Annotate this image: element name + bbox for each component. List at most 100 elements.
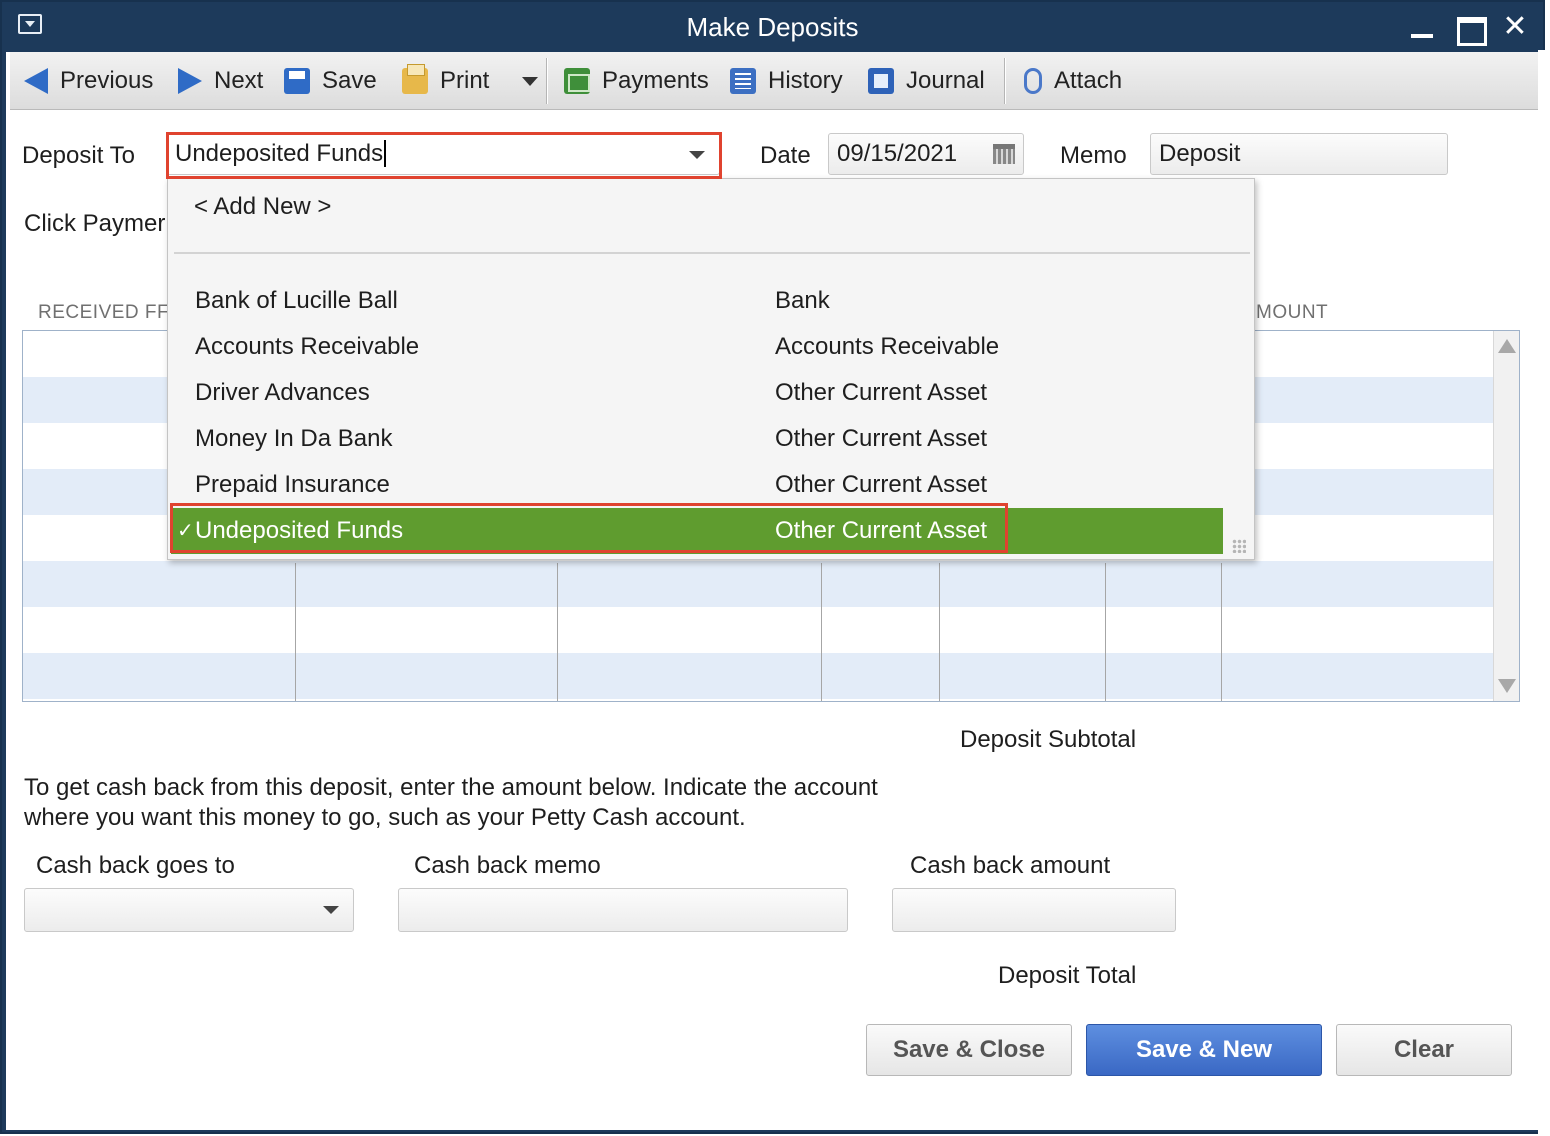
date-label: Date [760, 142, 811, 169]
column-divider [295, 563, 296, 701]
history-icon [730, 68, 756, 94]
save-and-new-button[interactable]: Save & New [1086, 1024, 1322, 1076]
column-divider [821, 563, 822, 701]
account-option-driver-advances[interactable]: Driver Advances Other Current Asset [171, 370, 1223, 416]
chevron-down-icon[interactable] [323, 906, 339, 914]
cash-back-amount-field[interactable] [892, 888, 1176, 932]
account-type: Other Current Asset [775, 471, 988, 498]
account-option-prepaid-insurance[interactable]: Prepaid Insurance Other Current Asset [171, 462, 1223, 508]
attach-label: Attach [1054, 67, 1123, 94]
column-header-received-from: RECEIVED FF [38, 302, 170, 323]
account-option-bank-of-lucille-ball[interactable]: Bank of Lucille Ball Bank [171, 278, 1223, 324]
account-type: Accounts Receivable [775, 333, 1000, 360]
add-new-option[interactable]: < Add New > [194, 193, 331, 221]
print-label: Print [440, 67, 490, 94]
account-type: Bank [775, 287, 830, 314]
deposit-to-value: Undeposited Funds [175, 140, 384, 167]
calendar-icon[interactable] [993, 144, 1015, 164]
account-type: Other Current Asset [775, 517, 988, 544]
click-payments-text: Click Paymer [24, 210, 166, 237]
account-name: Undeposited Funds [195, 517, 404, 544]
save-label: Save [322, 67, 377, 94]
account-name: Bank of Lucille Ball [195, 287, 398, 314]
account-name: Driver Advances [195, 379, 370, 406]
journal-button[interactable]: Journal [868, 52, 985, 110]
toolbar: Previous Next Save Print Payments Histor… [10, 52, 1538, 110]
account-name: Accounts Receivable [195, 333, 420, 360]
history-label: History [768, 67, 843, 94]
save-button[interactable]: Save [284, 52, 377, 110]
column-header-amount: MOUNT [1256, 302, 1329, 323]
dropdown-divider [174, 252, 1250, 254]
journal-icon [868, 68, 894, 94]
form-body: Previous Next Save Print Payments Histor… [6, 52, 1540, 1130]
column-divider [557, 563, 558, 701]
print-options-dropdown[interactable] [516, 52, 550, 110]
history-button[interactable]: History [730, 52, 843, 110]
account-name: Prepaid Insurance [195, 471, 390, 498]
payments-label: Payments [602, 67, 709, 94]
payments-button[interactable]: Payments [564, 52, 709, 110]
cash-back-memo-label: Cash back memo [414, 852, 601, 879]
toolbar-divider [1004, 58, 1006, 104]
toolbar-divider [546, 58, 548, 104]
resize-grip-icon[interactable] [1232, 539, 1246, 553]
arrow-left-icon [24, 68, 48, 94]
arrow-right-icon [178, 68, 202, 94]
checkmark-icon: ✓ [177, 520, 194, 542]
table-row[interactable] [23, 653, 1493, 699]
table-row[interactable] [23, 561, 1493, 607]
date-field[interactable]: 09/15/2021 [828, 133, 1024, 175]
column-divider [1221, 563, 1222, 701]
deposit-to-dropdown-list: < Add New > Bank of Lucille Ball Bank Ac… [167, 178, 1255, 560]
grid-scrollbar[interactable] [1493, 331, 1519, 701]
scroll-down-icon[interactable] [1498, 679, 1516, 693]
payments-icon [564, 68, 590, 94]
floppy-disk-icon [284, 68, 310, 94]
account-name: Money In Da Bank [195, 425, 393, 452]
maximize-icon[interactable] [1454, 12, 1487, 46]
memo-label: Memo [1060, 142, 1127, 169]
save-and-close-button[interactable]: Save & Close [866, 1024, 1072, 1076]
table-row[interactable] [23, 607, 1493, 653]
date-value: 09/15/2021 [837, 140, 958, 167]
paperclip-icon [1024, 68, 1042, 94]
cash-back-goes-to-dropdown[interactable] [24, 888, 354, 932]
account-type: Other Current Asset [775, 425, 988, 452]
deposit-subtotal-label: Deposit Subtotal [960, 726, 1137, 753]
attach-button[interactable]: Attach [1024, 52, 1122, 110]
memo-field[interactable]: Deposit [1150, 133, 1448, 175]
account-option-accounts-receivable[interactable]: Accounts Receivable Accounts Receivable [171, 324, 1223, 370]
chevron-down-icon[interactable] [689, 151, 705, 159]
account-option-money-in-da-bank[interactable]: Money In Da Bank Other Current Asset [171, 416, 1223, 462]
column-divider [939, 563, 940, 701]
cash-back-amount-label: Cash back amount [910, 852, 1111, 879]
make-deposits-window: Make Deposits ✕ Previous Next Save Print [0, 0, 1545, 1134]
scroll-up-icon[interactable] [1498, 339, 1516, 353]
cash-back-memo-field[interactable] [398, 888, 848, 932]
background-edge [1538, 50, 1550, 1136]
account-option-undeposited-funds[interactable]: ✓ Undeposited Funds Other Current Asset [171, 508, 1223, 554]
deposit-to-field[interactable]: Undeposited Funds [166, 133, 720, 175]
clear-button[interactable]: Clear [1336, 1024, 1512, 1076]
minimize-icon[interactable] [1407, 12, 1437, 42]
deposit-to-label: Deposit To [22, 142, 135, 169]
close-icon[interactable]: ✕ [1500, 12, 1530, 42]
next-button[interactable]: Next [178, 52, 263, 110]
window-title: Make Deposits [686, 12, 859, 42]
column-divider [1105, 563, 1106, 701]
cash-back-instructions-line2: where you want this money to go, such as… [24, 804, 746, 831]
title-bar: Make Deposits ✕ [2, 2, 1543, 52]
memo-value: Deposit [1159, 140, 1241, 167]
previous-label: Previous [60, 67, 154, 94]
deposit-total-label: Deposit Total [998, 962, 1137, 989]
journal-label: Journal [906, 67, 985, 94]
print-button[interactable]: Print [402, 52, 489, 110]
cash-back-instructions-line1: To get cash back from this deposit, ente… [24, 774, 878, 801]
cash-back-goes-to-label: Cash back goes to [36, 852, 235, 879]
account-type: Other Current Asset [775, 379, 988, 406]
printer-icon [402, 64, 428, 94]
next-label: Next [214, 67, 264, 94]
previous-button[interactable]: Previous [24, 52, 153, 110]
chevron-down-icon [522, 76, 538, 86]
